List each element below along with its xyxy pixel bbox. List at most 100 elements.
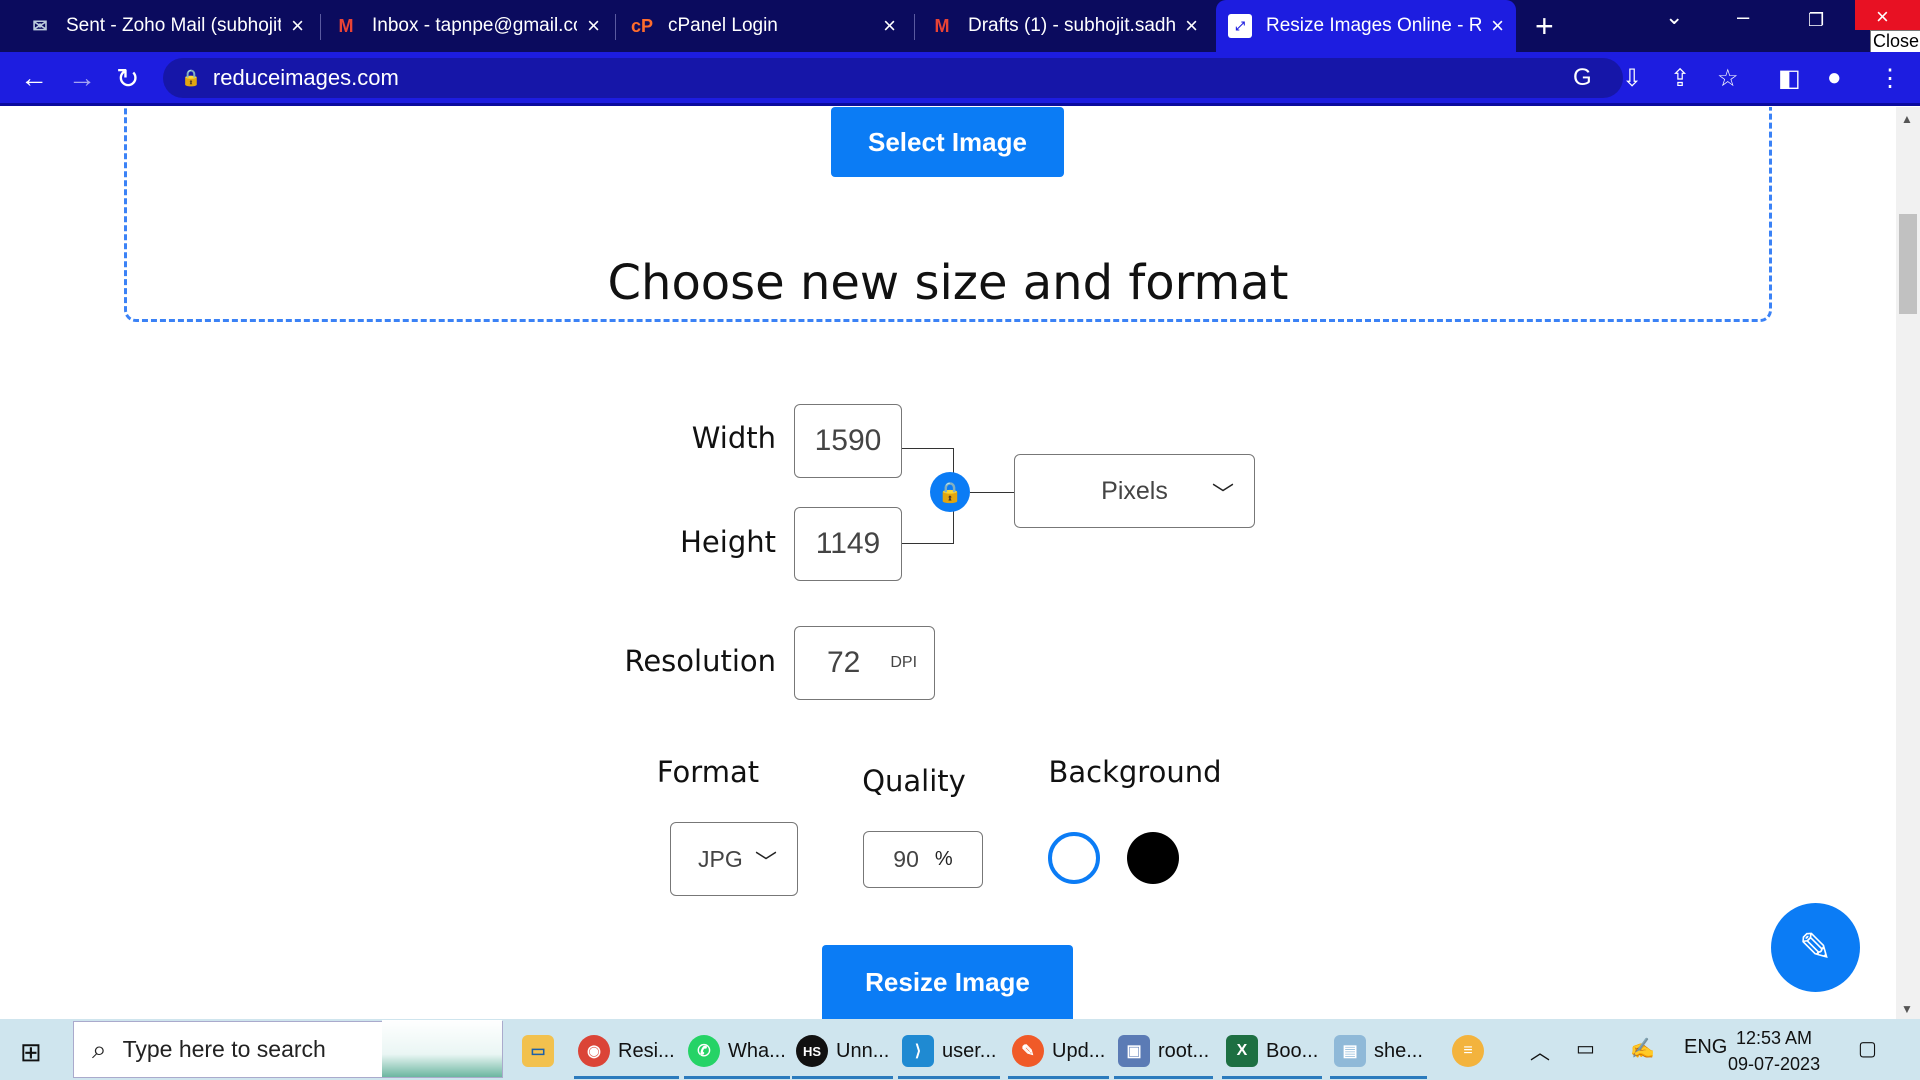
profile-avatar-icon[interactable]: ● bbox=[1827, 64, 1842, 92]
tab-cpanel[interactable]: cP cPanel Login × bbox=[618, 6, 908, 46]
page-heading: Choose new size and format bbox=[607, 255, 1289, 311]
vscode-icon: ⟩ bbox=[902, 1035, 934, 1067]
bookmark-star-icon[interactable]: ☆ bbox=[1717, 64, 1739, 93]
browser-tab-strip: ✉ Sent - Zoho Mail (subhojit × M Inbox -… bbox=[0, 0, 1920, 53]
excel-icon: X bbox=[1226, 1035, 1258, 1067]
lock-icon: 🔒 bbox=[181, 70, 201, 87]
share-icon[interactable]: ⇪ bbox=[1670, 64, 1690, 93]
taskbar-app-label: Upd... bbox=[1052, 1039, 1106, 1062]
chrome-icon: ◉ bbox=[578, 1035, 610, 1067]
clock-time: 12:53 AM bbox=[1736, 1028, 1813, 1048]
whatsapp-icon: ✆ bbox=[688, 1035, 720, 1067]
tab-close-icon[interactable]: × bbox=[883, 13, 896, 39]
background-black-option[interactable] bbox=[1127, 832, 1179, 884]
tab-close-icon[interactable]: × bbox=[1185, 13, 1198, 39]
search-icon: ⌕ bbox=[92, 1033, 107, 1064]
new-tab-plus-icon[interactable]: + bbox=[1535, 8, 1554, 45]
width-input[interactable]: 1590 bbox=[794, 404, 902, 478]
taskbar-app-label: Boo... bbox=[1266, 1039, 1319, 1062]
taskbar-search-placeholder: Type here to search bbox=[122, 1036, 326, 1062]
chevron-down-icon: ﹀ bbox=[754, 850, 777, 875]
format-select[interactable]: JPG ﹀ bbox=[670, 822, 798, 896]
battery-icon[interactable]: ▭ bbox=[1576, 1036, 1595, 1061]
quality-value: 90 bbox=[893, 846, 919, 872]
resolution-unit: DPI bbox=[890, 654, 918, 671]
tab-separator bbox=[914, 14, 915, 40]
width-label: Width bbox=[691, 421, 776, 455]
tab-zoho-sent[interactable]: ✉ Sent - Zoho Mail (subhojit × bbox=[16, 6, 316, 46]
restore-icon[interactable]: ❐ bbox=[1808, 10, 1824, 31]
tab-title: cPanel Login bbox=[668, 15, 778, 36]
file-explorer-icon[interactable]: ▭ bbox=[522, 1027, 562, 1075]
side-panel-icon[interactable]: ◧ bbox=[1778, 64, 1801, 93]
scroll-up-icon[interactable]: ▲ bbox=[1901, 112, 1913, 126]
scrollbar-thumb[interactable] bbox=[1899, 214, 1917, 314]
notifications-icon[interactable]: ▢ bbox=[1858, 1036, 1877, 1061]
taskbar-app-chrome[interactable]: ◉ Resi... bbox=[574, 1027, 679, 1079]
install-app-icon[interactable]: ⇩ bbox=[1622, 64, 1642, 93]
resolution-input[interactable]: 72 DPI bbox=[794, 626, 935, 700]
tab-gmail-drafts[interactable]: M Drafts (1) - subhojit.sadhu × bbox=[918, 6, 1210, 46]
taskbar-app-extra[interactable]: ≡ bbox=[1452, 1027, 1492, 1075]
format-value: JPG bbox=[698, 845, 743, 872]
taskbar-app-vscode[interactable]: ⟩ user... bbox=[898, 1027, 1001, 1079]
resize-image-button[interactable]: Resize Image bbox=[822, 945, 1073, 1019]
pen-icon[interactable]: ✍ bbox=[1630, 1036, 1655, 1061]
burger-icon: ≡ bbox=[1452, 1035, 1484, 1067]
zoho-mail-icon: ✉ bbox=[32, 15, 48, 36]
taskbar-app-hs[interactable]: HS Unn... bbox=[792, 1027, 894, 1079]
address-bar[interactable]: 🔒 reduceimages.com bbox=[163, 58, 1623, 98]
hs-icon: HS bbox=[796, 1035, 828, 1067]
unit-select-value: Pixels bbox=[1101, 476, 1168, 505]
tab-separator bbox=[615, 14, 616, 40]
browser-toolbar: ← → ↻ 🔒 reduceimages.com G ⇩ ⇪ ☆ ◧ ● ⋮ bbox=[0, 52, 1920, 106]
windows-start-icon[interactable]: ⊞ bbox=[20, 1037, 42, 1068]
chevron-down-icon: ﹀ bbox=[1211, 482, 1234, 507]
url-text: reduceimages.com bbox=[212, 65, 399, 90]
select-image-button[interactable]: Select Image bbox=[831, 107, 1064, 177]
tray-chevron-up-icon[interactable]: ︿ bbox=[1530, 1036, 1550, 1065]
taskbar-search-box[interactable]: ⌕ Type here to search bbox=[73, 1020, 503, 1078]
taskbar-app-excel[interactable]: X Boo... bbox=[1222, 1027, 1323, 1079]
back-arrow-icon[interactable]: ← bbox=[20, 62, 48, 94]
height-label: Height bbox=[680, 525, 776, 559]
language-indicator[interactable]: ENG bbox=[1684, 1036, 1727, 1059]
resolution-label: Resolution bbox=[624, 644, 776, 678]
feedback-icon[interactable]: ✎ bbox=[1771, 903, 1860, 992]
height-input[interactable]: 1149 bbox=[794, 507, 902, 581]
close-icon[interactable]: × bbox=[1876, 4, 1889, 30]
reduceimages-icon: ⤢ bbox=[1228, 14, 1252, 38]
taskbar-app-remote[interactable]: ▣ root... bbox=[1114, 1027, 1214, 1079]
menu-kebab-icon[interactable]: ⋮ bbox=[1878, 64, 1902, 93]
taskbar-app-label: root... bbox=[1158, 1039, 1210, 1062]
clock[interactable]: 12:53 AM 09-07-2023 bbox=[1728, 1025, 1820, 1077]
taskbar-app-update[interactable]: ✎ Upd... bbox=[1008, 1027, 1110, 1079]
tab-gmail-inbox[interactable]: M Inbox - tapnpe@gmail.co × bbox=[322, 6, 612, 46]
tab-close-icon[interactable]: × bbox=[1491, 13, 1504, 39]
quality-input[interactable]: 90 % bbox=[863, 831, 983, 888]
quality-unit: % bbox=[934, 848, 953, 870]
google-icon[interactable]: G bbox=[1573, 64, 1592, 92]
aspect-lock-icon[interactable]: 🔒 bbox=[930, 472, 970, 512]
scroll-down-icon[interactable]: ▼ bbox=[1901, 1002, 1913, 1016]
forward-arrow-icon[interactable]: → bbox=[68, 62, 96, 94]
tab-close-icon[interactable]: × bbox=[291, 13, 304, 39]
taskbar-app-label: Resi... bbox=[618, 1039, 675, 1062]
remote-desktop-icon: ▣ bbox=[1118, 1035, 1150, 1067]
taskbar-app-notepad[interactable]: ▤ she... bbox=[1330, 1027, 1427, 1079]
unit-select[interactable]: Pixels ﹀ bbox=[1014, 454, 1255, 528]
tab-search-chevron-icon[interactable]: ⌄ bbox=[1665, 4, 1683, 30]
taskbar-app-label: she... bbox=[1374, 1039, 1423, 1062]
taskbar-app-whatsapp[interactable]: ✆ Wha... bbox=[684, 1027, 790, 1079]
format-label: Format bbox=[656, 755, 760, 789]
tab-reduceimages[interactable]: ⤢ Resize Images Online - Re × bbox=[1216, 0, 1516, 52]
taskbar-app-label: user... bbox=[942, 1039, 997, 1062]
reload-icon[interactable]: ↻ bbox=[116, 62, 139, 95]
page-content: Select Image Choose new size and format … bbox=[0, 107, 1896, 1019]
minimize-icon[interactable]: – bbox=[1737, 4, 1749, 30]
taskbar-app-label: Unn... bbox=[836, 1039, 890, 1062]
link-connector-side bbox=[970, 492, 1014, 493]
tab-title: Resize Images Online - Re bbox=[1266, 15, 1482, 36]
tab-close-icon[interactable]: × bbox=[587, 13, 600, 39]
background-white-option[interactable] bbox=[1048, 832, 1100, 884]
